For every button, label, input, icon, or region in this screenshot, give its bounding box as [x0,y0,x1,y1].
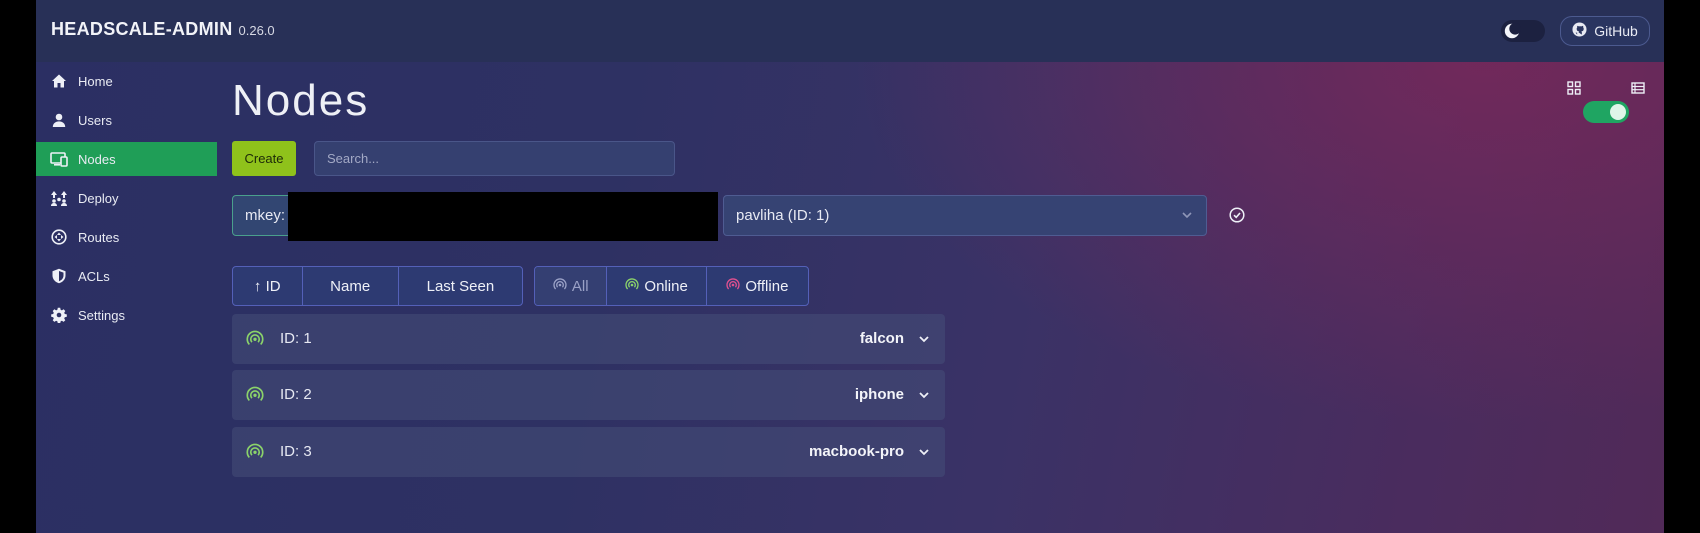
node-name: macbook-pro [808,443,904,460]
sidebar-item-label: Home [78,73,113,89]
sidebar-item-nodes[interactable]: Nodes [36,142,217,176]
top-bar: HEADSCALE-ADMIN 0.26.0 GitHub [36,0,1664,62]
devices-icon [50,150,68,168]
signal-icon [553,277,567,295]
signal-online-icon [246,329,264,352]
sidebar-item-routes[interactable]: Routes [36,220,217,254]
chevron-down-icon[interactable] [917,388,931,407]
node-id: ID: 2 [280,386,312,403]
signal-online-icon [246,385,264,408]
check-circle-icon[interactable] [1229,207,1245,228]
node-row[interactable]: ID: 1 falcon [232,314,945,364]
sidebar-item-label: Nodes [78,151,116,167]
signal-online-icon [625,277,640,295]
filter-offline-label: Offline [745,277,789,295]
github-icon [1572,22,1587,40]
signal-offline-icon [726,277,740,295]
node-row[interactable]: ID: 2 iphone [232,370,945,420]
filter-button-group: All Online Offline [534,266,809,306]
sidebar-item-home[interactable]: Home [36,64,217,98]
node-name: iphone [854,386,904,403]
deploy-icon [50,189,68,207]
user-select[interactable]: pavliha (ID: 1) [723,195,1207,236]
sidebar-item-label: ACLs [78,268,110,284]
app-version: 0.26.0 [238,23,275,38]
create-button[interactable]: Create [232,141,296,176]
user-icon [50,111,68,129]
filter-all-label: All [571,277,589,295]
sidebar-item-label: Deploy [78,190,119,206]
chevron-down-icon[interactable] [917,332,931,351]
grid-view-icon[interactable] [1567,81,1581,100]
sort-last-seen-label: Last Seen [426,277,495,295]
filter-all-button[interactable]: All [535,267,608,305]
moon-icon [1501,20,1523,42]
redaction-box [288,192,718,241]
list-view-icon[interactable] [1631,81,1645,100]
sidebar-item-label: Settings [78,307,125,323]
theme-toggle[interactable] [1501,20,1545,42]
github-button[interactable]: GitHub [1560,16,1650,46]
sidebar-item-label: Routes [78,229,120,245]
brand[interactable]: HEADSCALE-ADMIN 0.26.0 [51,19,275,40]
sidebar-item-deploy[interactable]: Deploy [36,181,217,215]
sidebar-item-label: Users [78,112,112,128]
view-mode-icons [1567,81,1657,101]
view-mode-toggle[interactable] [1583,101,1629,123]
sidebar-item-users[interactable]: Users [36,103,217,137]
page-title: Nodes [232,76,370,125]
sidebar-item-settings[interactable]: Settings [36,298,217,332]
node-id: ID: 1 [280,330,312,347]
node-row[interactable]: ID: 3 macbook-pro [232,427,945,477]
shield-icon [50,267,68,285]
search-input[interactable] [314,141,675,176]
app-window: HEADSCALE-ADMIN 0.26.0 GitHub Home Users… [36,0,1664,533]
app-title: HEADSCALE-ADMIN [51,19,233,39]
filter-online-label: Online [644,277,688,295]
node-name: falcon [859,330,904,347]
sort-last-seen-button[interactable]: Last Seen [399,267,522,305]
machine-key-value: mkey: [245,207,286,224]
node-id: ID: 3 [280,443,312,460]
filter-online-button[interactable]: Online [607,267,707,305]
home-icon [50,72,68,90]
gear-icon [50,306,68,324]
sidebar: Home Users Nodes Deploy Routes ACLs Sett… [36,62,217,337]
sort-button-group: ↑ ID Name Last Seen [232,266,523,306]
filter-offline-button[interactable]: Offline [707,267,808,305]
github-label: GitHub [1594,23,1638,39]
sidebar-item-acls[interactable]: ACLs [36,259,217,293]
sort-id-button[interactable]: ↑ ID [233,267,303,305]
chevron-down-icon[interactable] [917,445,931,464]
user-select-value: pavliha (ID: 1) [736,207,830,224]
toggle-knob [1610,104,1626,120]
routes-icon [50,228,68,246]
sort-name-button[interactable]: Name [303,267,399,305]
sort-name-label: Name [330,277,371,295]
signal-online-icon [246,442,264,465]
chevron-down-icon [1180,208,1194,226]
sort-id-label: ↑ ID [253,277,281,295]
